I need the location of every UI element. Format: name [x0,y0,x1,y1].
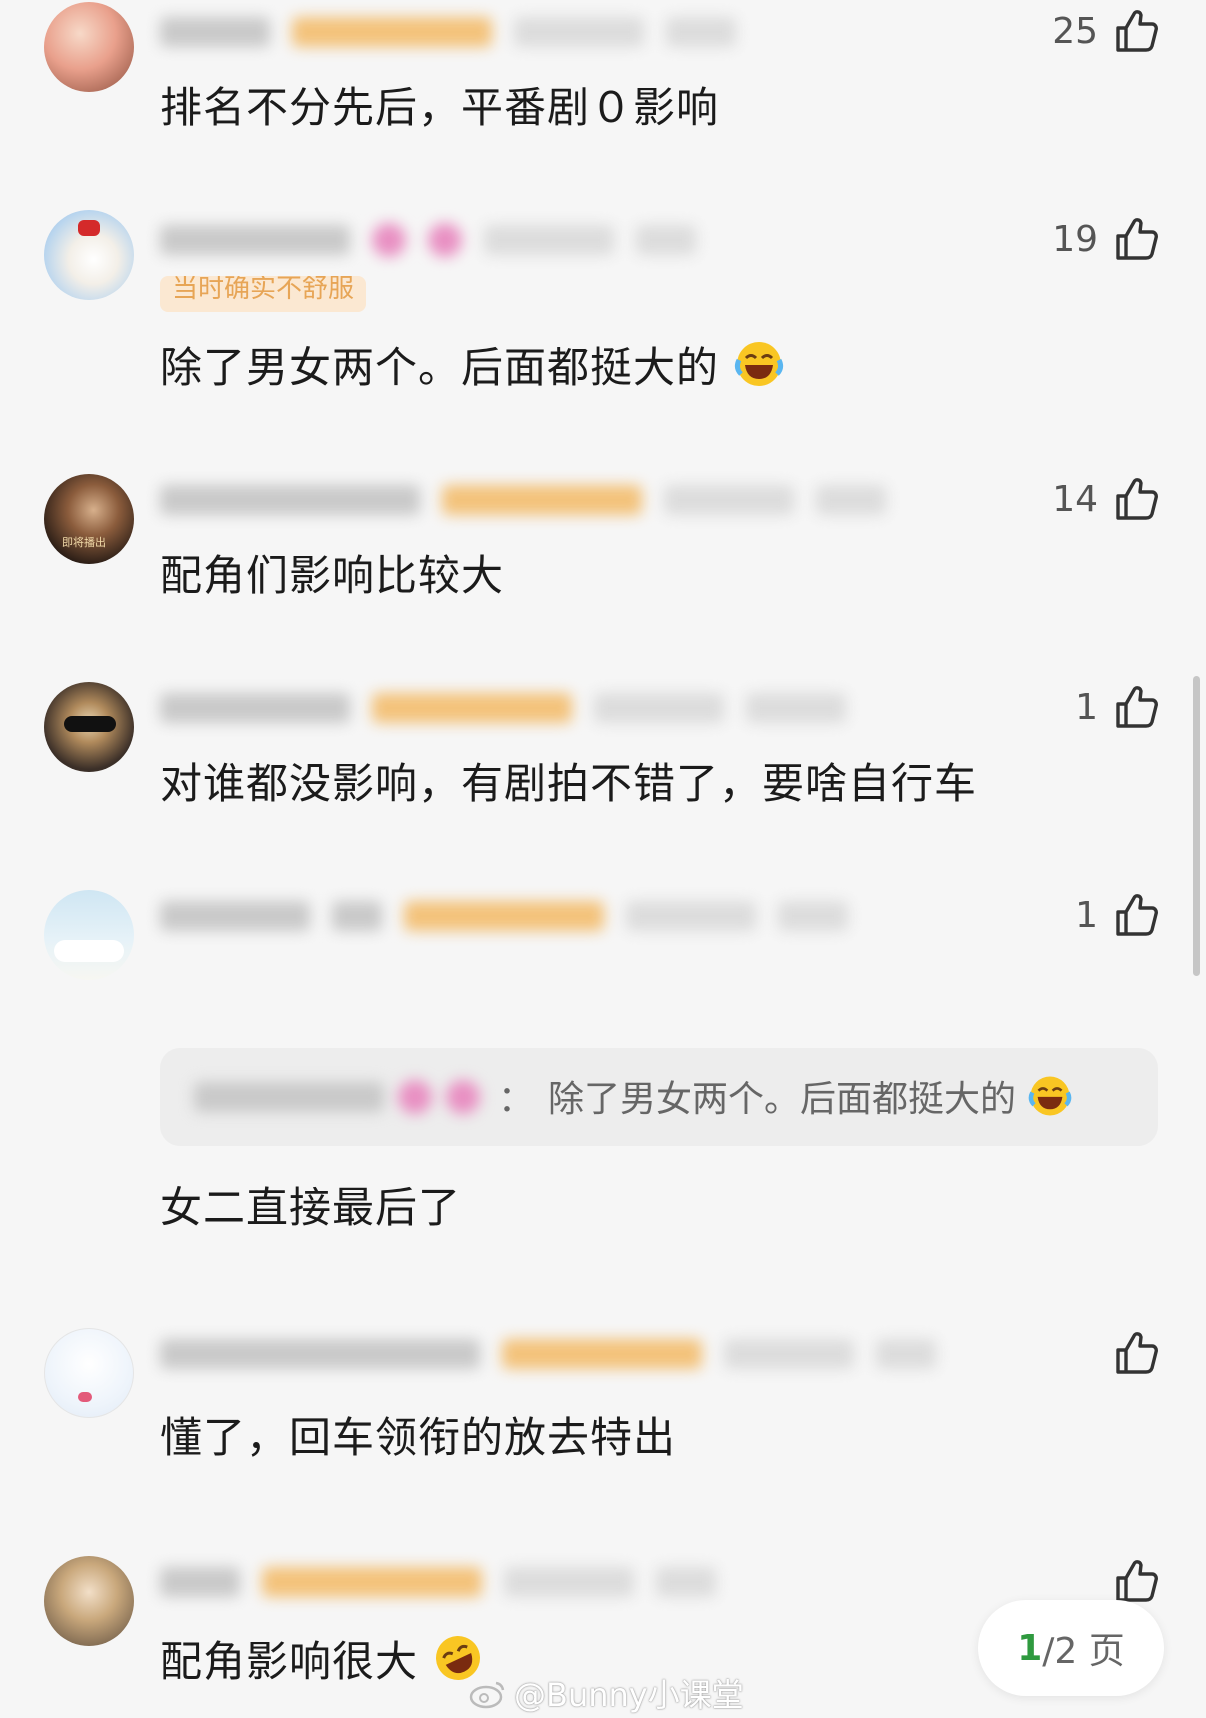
avatar[interactable] [44,1328,134,1418]
quote-separator: ： [498,1079,535,1120]
comment-text: 排名不分先后，平番剧０影响 [160,83,720,132]
avatar[interactable]: 即将播出 [44,474,134,564]
like-button[interactable]: 25 [1052,6,1162,56]
like-button[interactable]: 14 [1052,474,1162,524]
watermark: @Bunny小课堂 [468,1670,744,1716]
like-count: 19 [1052,218,1098,260]
username-blurred [160,1562,716,1602]
comment-text-content: 配角影响很大 [160,1637,419,1686]
thumbs-up-icon [1116,10,1158,52]
like-button[interactable]: 19 [1052,214,1162,264]
thumbs-up-icon [1116,894,1158,936]
watermark-text: @Bunny小课堂 [514,1676,744,1714]
comment-text: 女二直接最后了 [160,1183,462,1232]
quoted-text: ： 除了男女两个。后面都挺大的 [498,1070,1073,1122]
thumbs-up-icon [1116,1332,1158,1374]
quoted-username-blurred [194,1074,494,1120]
username-blurred [160,12,736,52]
like-count: 1 [1075,686,1098,728]
like-button[interactable]: 1 [1075,682,1162,732]
quoted-content: 除了男女两个。后面都挺大的 [548,1079,1017,1120]
like-count: 14 [1052,478,1098,520]
comment-text: 懂了，回车领衔的放去特出 [160,1413,677,1462]
avatar[interactable] [44,1556,134,1646]
username-blurred [160,220,696,260]
laughing-emoji-icon [1029,1076,1072,1116]
current-page: 1 [1017,1627,1043,1669]
scrollbar[interactable] [1193,676,1200,976]
username-blurred [160,896,848,936]
avatar[interactable] [44,210,134,300]
quoted-reply[interactable]: ： 除了男女两个。后面都挺大的 [160,1048,1158,1146]
avatar[interactable] [44,890,134,980]
weibo-logo-icon [469,1681,505,1709]
status-tag: 当时确实不舒服 [160,276,367,312]
page-indicator[interactable]: 1/2 页 [978,1600,1164,1696]
comment-text-content: 除了男女两个。后面都挺大的 [160,343,720,392]
username-blurred [160,1334,936,1374]
avatar[interactable] [44,2,134,92]
thumbs-up-icon [1116,218,1158,260]
like-button[interactable]: 1 [1075,890,1162,940]
like-button[interactable] [1098,1328,1162,1378]
thumbs-up-icon [1116,478,1158,520]
like-button[interactable] [1098,1556,1162,1606]
avatar-caption: 即将播出 [62,536,106,549]
comment-text: 配角们影响比较大 [160,551,505,600]
laughing-emoji-icon [735,342,784,386]
comment-text: 除了男女两个。后面都挺大的 [160,334,785,395]
username-blurred [160,688,846,728]
comment-text: 对谁都没影响，有剧拍不错了，要啥自行车 [160,759,978,808]
thumbs-up-icon [1116,1560,1158,1602]
like-count: 25 [1052,10,1098,52]
like-count: 1 [1075,894,1098,936]
total-pages: /2 页 [1042,1631,1125,1672]
username-blurred [160,480,886,520]
comment-text: 配角影响很大 [160,1628,484,1689]
thumbs-up-icon [1116,686,1158,728]
avatar[interactable] [44,682,134,772]
